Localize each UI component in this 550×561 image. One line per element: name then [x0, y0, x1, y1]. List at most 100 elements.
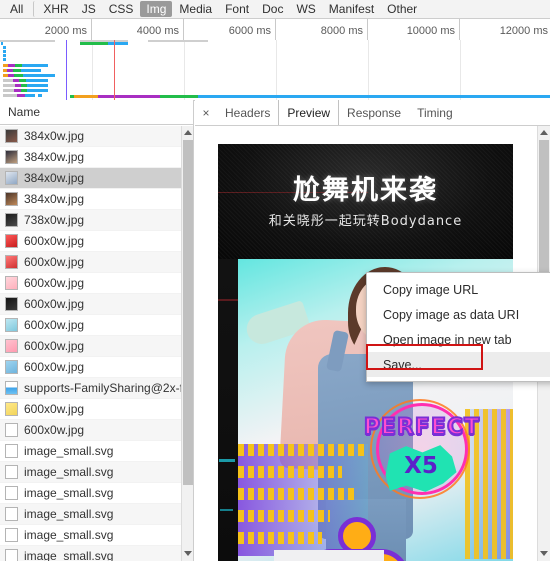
table-row[interactable]: 600x0w.jpg [0, 231, 181, 252]
file-thumbnail-icon [5, 360, 18, 374]
column-header-name[interactable]: Name [0, 100, 193, 125]
preview-scroll-down-icon[interactable] [538, 547, 550, 559]
table-row-name: 738x0w.jpg [24, 213, 84, 227]
filter-media[interactable]: Media [173, 1, 218, 17]
context-menu-item-copy-image-url[interactable]: Copy image URL [367, 277, 550, 302]
overview-bar [3, 50, 6, 53]
table-row[interactable]: image_small.svg [0, 441, 181, 462]
ruler-tick: 2000 ms [0, 19, 92, 40]
devtools-network-panel: All XHR JS CSS Img Media Font Doc WS Man… [0, 0, 550, 561]
badge-perfect-text: PERFECT [362, 415, 482, 440]
table-row-name: image_small.svg [24, 507, 113, 521]
table-row-name: 384x0w.jpg [24, 129, 84, 143]
image-left-edge [218, 259, 238, 561]
overview-strip [148, 40, 208, 42]
overview-gridline [184, 40, 185, 100]
file-thumbnail-icon [5, 192, 18, 206]
table-row[interactable]: 600x0w.jpg [0, 315, 181, 336]
filter-img[interactable]: Img [140, 1, 172, 17]
table-row-name: 600x0w.jpg [24, 255, 84, 269]
scroll-down-icon[interactable] [182, 547, 194, 559]
table-row-name: 600x0w.jpg [24, 423, 84, 437]
table-row[interactable]: 600x0w.jpg [0, 420, 181, 441]
filter-font[interactable]: Font [219, 1, 255, 17]
table-row[interactable]: 600x0w.jpg [0, 357, 181, 378]
filter-ws[interactable]: WS [290, 1, 321, 17]
table-row[interactable]: 384x0w.jpg [0, 189, 181, 210]
file-thumbnail-icon [5, 297, 18, 311]
table-row[interactable]: 384x0w.jpg [0, 126, 181, 147]
overview-bar [3, 84, 48, 87]
overview-bar [3, 58, 6, 61]
scrollbar-thumb[interactable] [183, 140, 193, 485]
tab-headers[interactable]: Headers [217, 100, 278, 125]
table-row[interactable]: 384x0w.jpg [0, 168, 181, 189]
request-list-scrollbar[interactable] [181, 126, 194, 561]
context-menu-item-save[interactable]: Save... [367, 352, 550, 377]
table-row[interactable]: 384x0w.jpg [0, 147, 181, 168]
request-list[interactable]: 384x0w.jpg 384x0w.jpg 384x0w.jpg 384x0w.jpg… [0, 126, 181, 561]
table-row[interactable]: 600x0w.jpg [0, 252, 181, 273]
overview-bar [3, 64, 48, 67]
table-row[interactable]: 738x0w.jpg [0, 210, 181, 231]
ruler-tick-label: 12000 ms [500, 25, 548, 37]
file-thumbnail-icon [5, 465, 18, 479]
tab-timing[interactable]: Timing [409, 100, 461, 125]
context-menu-item-open-image-in-new-tab[interactable]: Open image in new tab [367, 327, 550, 352]
file-thumbnail-icon [5, 150, 18, 164]
table-row-name: 384x0w.jpg [24, 150, 84, 164]
overview-bar [3, 74, 55, 77]
table-row-name: image_small.svg [24, 549, 113, 561]
table-row[interactable]: image_small.svg [0, 483, 181, 504]
filter-other[interactable]: Other [381, 1, 423, 17]
file-thumbnail-icon [5, 129, 18, 143]
table-row[interactable]: 600x0w.jpg [0, 273, 181, 294]
context-menu-item-copy-image-as-data-uri[interactable]: Copy image as data URI [367, 302, 550, 327]
table-row-name: 600x0w.jpg [24, 360, 84, 374]
image-context-menu[interactable]: Copy image URL Copy image as data URI Op… [366, 272, 550, 382]
table-row[interactable]: image_small.svg [0, 462, 181, 483]
overview-bar [1, 42, 3, 45]
overview-bar [3, 69, 41, 72]
overview-gridline [92, 40, 93, 100]
close-icon[interactable]: × [195, 100, 217, 125]
filter-manifest[interactable]: Manifest [323, 1, 380, 17]
overview-gridline [368, 40, 369, 100]
preview-scroll-up-icon[interactable] [538, 126, 550, 138]
scroll-up-icon[interactable] [182, 126, 194, 138]
overview-bar [38, 94, 42, 97]
overview-bar [3, 89, 48, 92]
table-row[interactable]: image_small.svg [0, 546, 181, 561]
table-row-name: 384x0w.jpg [24, 192, 84, 206]
table-row-name: image_small.svg [24, 444, 113, 458]
table-row[interactable]: 600x0w.jpg [0, 399, 181, 420]
image-subtitle-text: 和关晓彤一起玩转Bodydance [218, 210, 513, 229]
filter-xhr[interactable]: XHR [33, 1, 74, 17]
file-thumbnail-icon [5, 276, 18, 290]
detail-tab-bar: × Headers Preview Response Timing [195, 100, 550, 126]
network-overview-graph[interactable] [0, 40, 550, 101]
filter-js[interactable]: JS [76, 1, 102, 17]
table-row[interactable]: image_small.svg [0, 525, 181, 546]
table-row[interactable]: image_small.svg [0, 504, 181, 525]
table-row[interactable]: 600x0w.jpg [0, 336, 181, 357]
table-row-name: image_small.svg [24, 528, 113, 542]
file-thumbnail-icon [5, 213, 18, 227]
filter-all[interactable]: All [4, 1, 29, 17]
table-row-name: 600x0w.jpg [24, 402, 84, 416]
image-title-text: 尬舞机来袭 [218, 168, 513, 207]
table-row-name: 600x0w.jpg [24, 339, 84, 353]
tab-response[interactable]: Response [339, 100, 409, 125]
table-row-name: supports-FamilySharing@2x-f. [24, 381, 181, 395]
load-event-line [114, 40, 115, 100]
file-thumbnail-icon [5, 171, 18, 185]
table-row-name: image_small.svg [24, 465, 113, 479]
tab-preview[interactable]: Preview [278, 100, 339, 125]
filter-doc[interactable]: Doc [256, 1, 289, 17]
table-row[interactable]: supports-FamilySharing@2x-f. [0, 378, 181, 399]
table-row[interactable]: 600x0w.jpg [0, 294, 181, 315]
filter-css[interactable]: CSS [103, 1, 140, 17]
ruler-tick-label: 4000 ms [137, 25, 179, 37]
column-header-name-label: Name [8, 105, 40, 119]
image-bottom-bar [274, 550, 384, 561]
